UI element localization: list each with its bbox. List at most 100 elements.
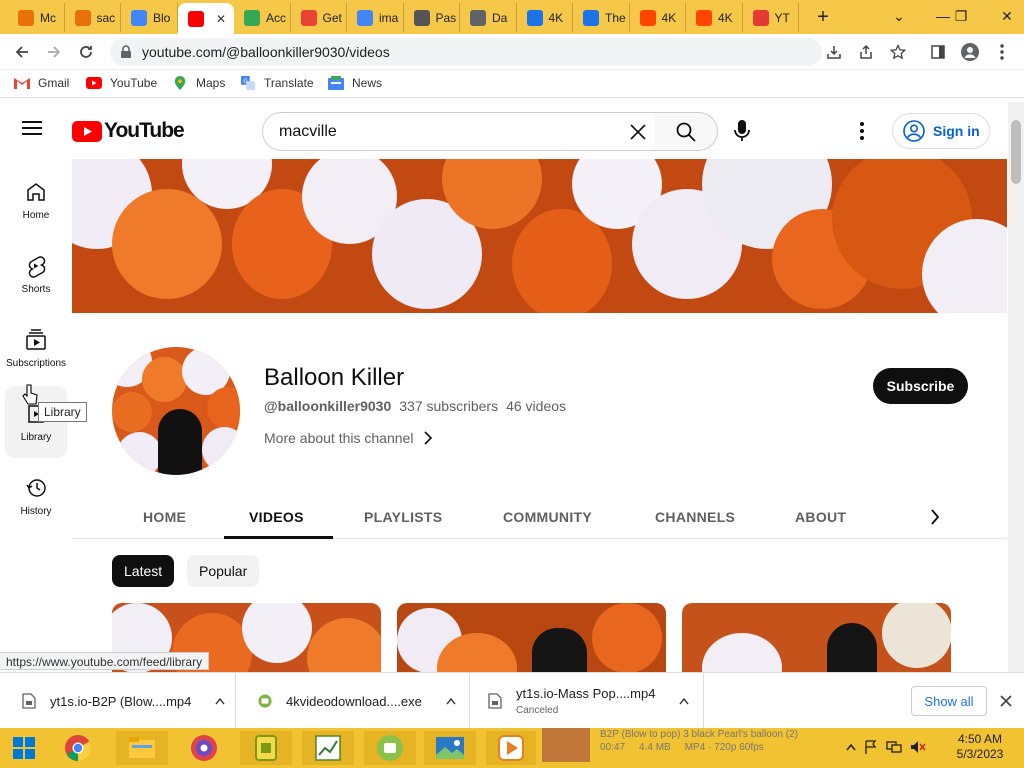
- tray-chevron-up-icon[interactable]: [846, 743, 856, 751]
- voice-search-button[interactable]: [734, 120, 758, 144]
- system-clock[interactable]: 4:50 AM 5/3/2023: [950, 732, 1010, 762]
- taskbar-app-chart[interactable]: [302, 731, 354, 765]
- youtube-icon: [86, 77, 102, 89]
- tab-search-button[interactable]: ⌄: [882, 0, 916, 32]
- share-button[interactable]: [852, 38, 880, 66]
- file-icon: [488, 693, 502, 709]
- settings-menu-button[interactable]: [860, 122, 864, 140]
- search-button[interactable]: [655, 112, 718, 151]
- restore-button[interactable]: ❐: [944, 0, 978, 32]
- bookmark-youtube[interactable]: YouTube: [86, 76, 157, 90]
- bookmark-star-button[interactable]: [884, 38, 912, 66]
- chrome-icon: [65, 735, 92, 762]
- browser-tab[interactable]: 4K: [517, 3, 573, 32]
- tab-favicon-icon: [74, 9, 91, 26]
- active-tab-indicator: [224, 536, 333, 539]
- tab-channels[interactable]: CHANNELS: [655, 509, 735, 525]
- browser-menu-button[interactable]: [988, 38, 1016, 66]
- profile-button[interactable]: [956, 38, 984, 66]
- chevron-up-icon[interactable]: [446, 697, 456, 705]
- bookmark-news[interactable]: News: [328, 76, 382, 90]
- download-item[interactable]: yt1s.io-Mass Pop....mp4 Canceled: [470, 673, 704, 729]
- taskbar-photos[interactable]: [424, 731, 476, 765]
- new-tab-button[interactable]: +: [812, 4, 834, 30]
- chevron-up-icon[interactable]: [679, 697, 690, 705]
- sidebar-item-home[interactable]: Home: [0, 180, 72, 221]
- chip-popular[interactable]: Popular: [187, 555, 260, 587]
- taskbar-app-swirl[interactable]: [178, 731, 230, 765]
- browser-tab[interactable]: Get: [291, 3, 347, 32]
- volume-muted-icon[interactable]: [910, 740, 926, 754]
- media-preview[interactable]: B2P (Blow to pop) 3 black Pearl's balloo…: [542, 728, 842, 768]
- clear-search-icon[interactable]: [629, 123, 647, 141]
- sidebar-item-subscriptions[interactable]: Subscriptions: [0, 328, 72, 369]
- browser-tab[interactable]: Da: [460, 3, 517, 32]
- close-downloads-icon[interactable]: [1000, 695, 1012, 707]
- gmail-icon: [14, 78, 30, 89]
- sidebar-item-shorts[interactable]: Shorts: [0, 254, 72, 295]
- search-input[interactable]: macville: [262, 112, 656, 151]
- network-icon[interactable]: [886, 740, 902, 754]
- browser-tab[interactable]: ima: [347, 3, 404, 32]
- taskbar-media-player[interactable]: [486, 731, 536, 765]
- tabs-scroll-right-button[interactable]: [930, 509, 940, 525]
- tab-favicon-icon: [526, 9, 543, 26]
- sidebar-item-history[interactable]: History: [0, 476, 72, 517]
- subscribe-button[interactable]: Subscribe: [873, 368, 968, 404]
- chevron-up-icon[interactable]: [215, 697, 225, 705]
- tab-playlists[interactable]: PLAYLISTS: [364, 509, 442, 525]
- sign-in-button[interactable]: Sign in: [892, 113, 990, 149]
- browser-tab[interactable]: YT: [743, 3, 799, 32]
- browser-tab[interactable]: sac: [65, 3, 121, 32]
- taskbar-chrome[interactable]: [52, 731, 104, 765]
- tab-favicon-icon: [244, 9, 260, 26]
- bookmark-maps[interactable]: Maps: [172, 76, 225, 90]
- bookmark-translate[interactable]: G Translate: [240, 76, 314, 90]
- news-icon: [328, 76, 344, 90]
- bookmark-gmail[interactable]: Gmail: [14, 76, 69, 90]
- youtube-logo[interactable]: YouTube: [72, 119, 185, 143]
- flag-icon[interactable]: [864, 740, 878, 754]
- forward-button[interactable]: [40, 38, 68, 66]
- browser-tab[interactable]: ✕: [177, 3, 234, 34]
- install-app-button[interactable]: [820, 38, 848, 66]
- reload-button[interactable]: [72, 38, 100, 66]
- page-scrollbar[interactable]: [1008, 102, 1024, 672]
- browser-tab[interactable]: Acc: [234, 3, 291, 32]
- browser-tab[interactable]: Mc: [8, 3, 65, 32]
- browser-tab[interactable]: 4K: [630, 3, 686, 32]
- close-window-button[interactable]: ✕: [990, 0, 1024, 32]
- taskbar-4k-downloader[interactable]: [364, 731, 416, 765]
- download-item[interactable]: 4kvideodownload....exe: [236, 673, 470, 729]
- video-count: 46 videos: [506, 398, 567, 414]
- tab-videos[interactable]: VIDEOS: [249, 509, 304, 525]
- start-button[interactable]: [0, 731, 48, 765]
- taskbar-app-green-doc[interactable]: [240, 731, 292, 765]
- bookmarks-bar: Gmail YouTube Maps G Translate News: [0, 70, 1024, 98]
- tab-label: Pas: [435, 10, 457, 25]
- address-bar[interactable]: youtube.com/@balloonkiller9030/videos: [110, 38, 822, 66]
- browser-tab[interactable]: The: [573, 3, 630, 32]
- tab-community[interactable]: COMMUNITY: [503, 509, 592, 525]
- taskbar-file-explorer[interactable]: [116, 731, 168, 765]
- channel-avatar[interactable]: [112, 347, 240, 475]
- document-app-icon: [255, 735, 277, 761]
- close-tab-icon[interactable]: ✕: [216, 12, 226, 26]
- show-all-downloads-button[interactable]: Show all: [911, 686, 987, 716]
- browser-tab[interactable]: 4K: [686, 3, 743, 32]
- clock-date: 5/3/2023: [956, 747, 1004, 761]
- chip-latest[interactable]: Latest: [112, 555, 175, 587]
- tab-home[interactable]: HOME: [143, 509, 186, 525]
- back-button[interactable]: [8, 38, 36, 66]
- more-about-channel-link[interactable]: More about this channel: [264, 430, 433, 446]
- tab-about[interactable]: ABOUT: [795, 509, 846, 525]
- scrollbar-thumb[interactable]: [1011, 120, 1021, 184]
- video-thumbnail[interactable]: [397, 603, 666, 672]
- browser-tab[interactable]: Pas: [404, 3, 460, 32]
- guide-menu-button[interactable]: [22, 120, 50, 142]
- download-item[interactable]: yt1s.io-B2P (Blow....mp4: [0, 673, 236, 729]
- browser-tab[interactable]: Blo: [121, 3, 178, 32]
- installer-icon: [258, 694, 272, 708]
- video-thumbnail[interactable]: [682, 603, 951, 672]
- side-panel-button[interactable]: [924, 38, 952, 66]
